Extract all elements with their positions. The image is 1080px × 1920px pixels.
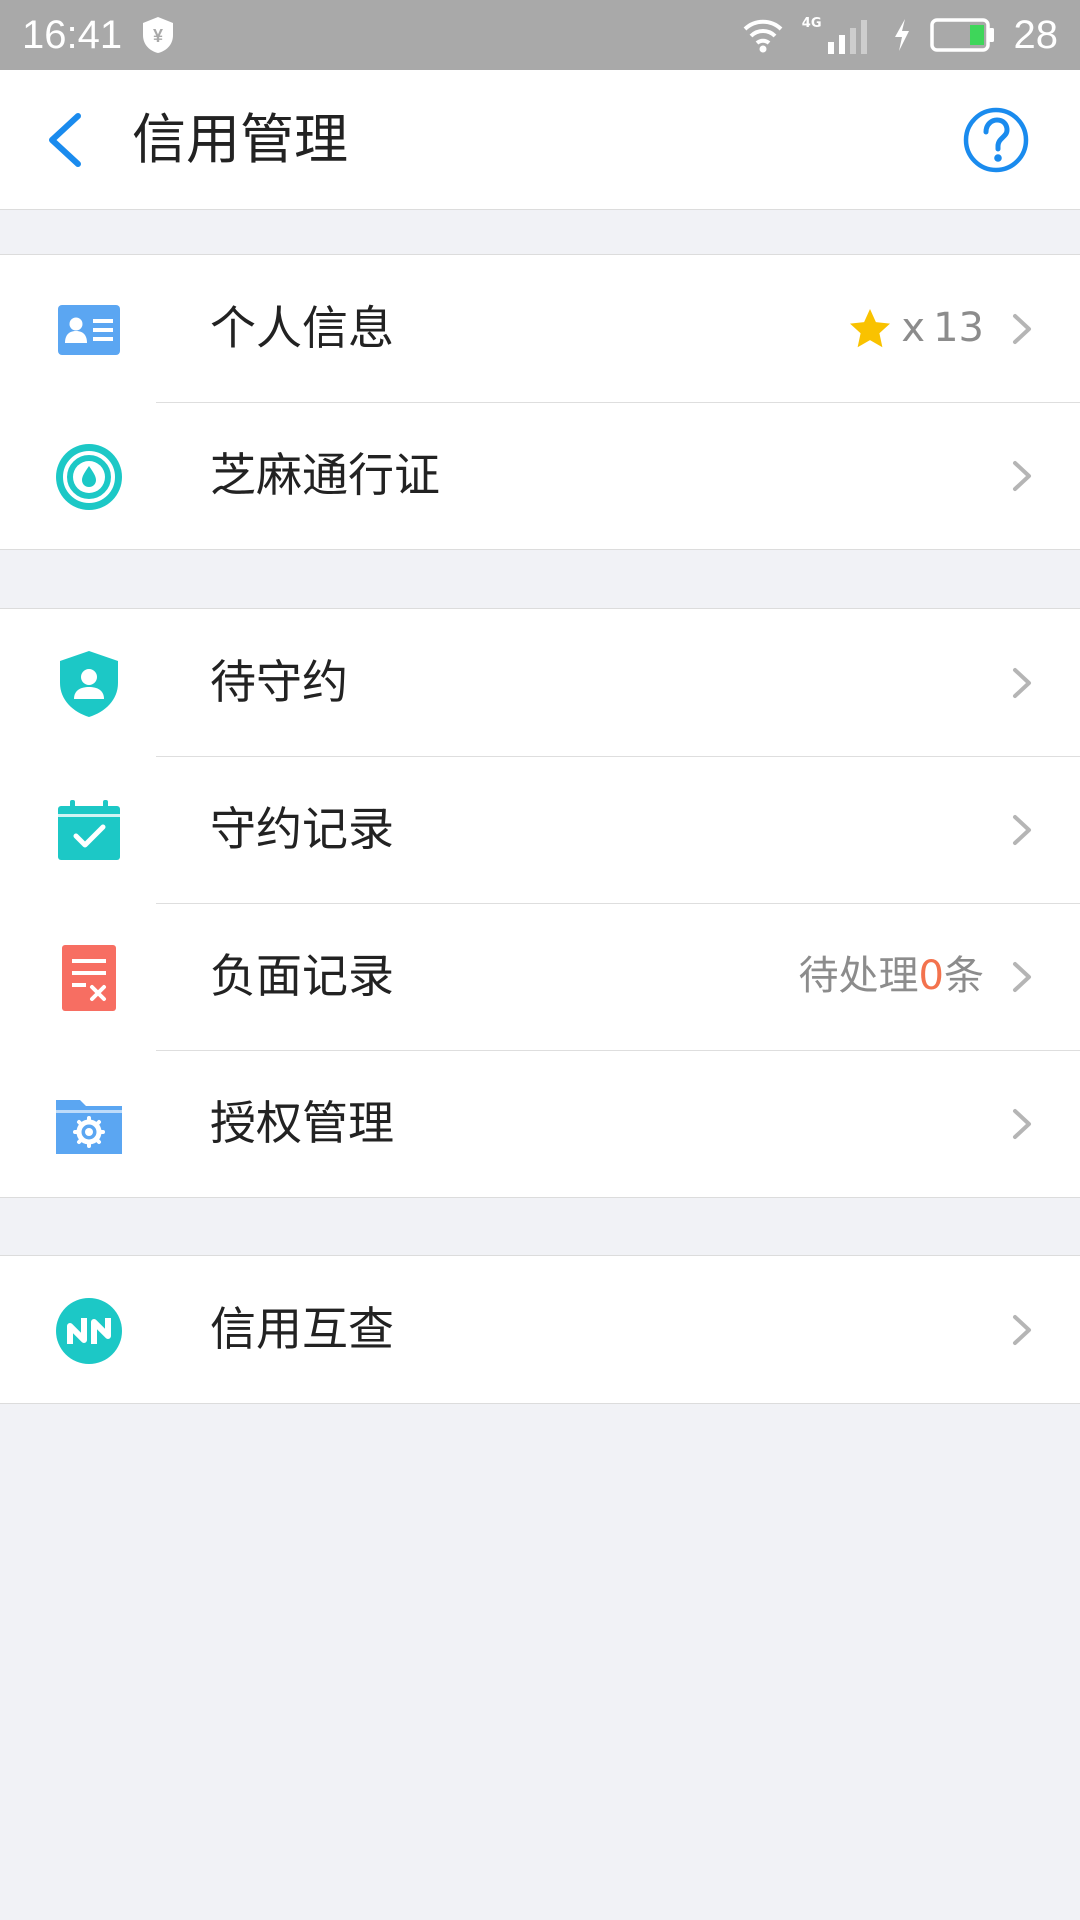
chevron-right-icon [1013,668,1031,698]
chevron-right-icon [1013,461,1031,491]
sesame-pass-icon [56,444,122,510]
signal-icon [827,20,867,54]
id-card-icon [58,305,120,355]
menu-item-label: 负面记录 [210,949,394,1003]
wifi-icon [743,19,783,53]
chevron-right-icon [1013,314,1031,344]
nav-bar: 信用管理 [0,70,1080,210]
menu-item-credit-check[interactable]: 信用互查 [0,1256,1080,1403]
battery-icon [929,18,994,52]
chevron-right-icon [1013,962,1031,992]
charging-icon [894,19,909,51]
network-type: 4G [801,15,822,31]
shield-yen-icon: ¥ [143,17,174,53]
chevron-right-icon [1013,1109,1031,1139]
menu-group-3: 信用互查 [0,1255,1080,1404]
help-circle-icon[interactable] [962,106,1030,174]
status-bar: 16:41 ¥ 4G 28 [0,0,1080,70]
star-count-number: 13 [933,305,984,351]
menu-item-negative-records[interactable]: 负面记录 待处理 0 条 [0,903,1080,1050]
menu-item-label: 守约记录 [210,802,394,856]
menu-item-personal-info[interactable]: 个人信息 x 13 [0,255,1080,402]
chevron-right-icon [1013,1315,1031,1345]
star-count: x 13 [847,255,984,402]
page-title: 信用管理 [132,108,348,171]
status-time: 16:41 [22,12,123,57]
negative-record-icon [62,945,116,1011]
menu-item-label: 个人信息 [210,301,394,355]
menu-item-sesame-pass[interactable]: 芝麻通行证 [0,402,1080,549]
star-icon [850,308,891,347]
menu-item-authorization[interactable]: 授权管理 [0,1050,1080,1197]
menu-item-label: 待守约 [210,655,348,709]
menu-item-promise-records[interactable]: 守约记录 [0,756,1080,903]
menu-item-label: 授权管理 [210,1096,394,1150]
calendar-check-icon [58,800,120,860]
back-chevron-icon[interactable] [40,112,92,168]
folder-gear-icon [56,1100,122,1154]
menu-item-label: 信用互查 [210,1302,394,1356]
pending-count: 待处理 0 条 [799,903,984,1050]
menu-item-label: 芝麻通行证 [210,448,440,502]
pending-suffix: 条 [944,953,984,999]
pending-prefix: 待处理 [798,953,919,999]
pending-number: 0 [918,953,944,999]
menu-group-2: 待守约 守约记录 负面记录 待处理 0 条 授权管理 [0,608,1080,1198]
chevron-right-icon [1013,815,1031,845]
star-prefix: x [901,305,926,351]
svg-text:¥: ¥ [153,26,163,46]
shield-user-icon [60,651,118,717]
menu-item-pending-promise[interactable]: 待守约 [0,609,1080,756]
menu-group-1: 个人信息 x 13 芝麻通行证 [0,254,1080,550]
battery-percent: 28 [1013,12,1059,57]
credit-check-icon [56,1298,122,1364]
